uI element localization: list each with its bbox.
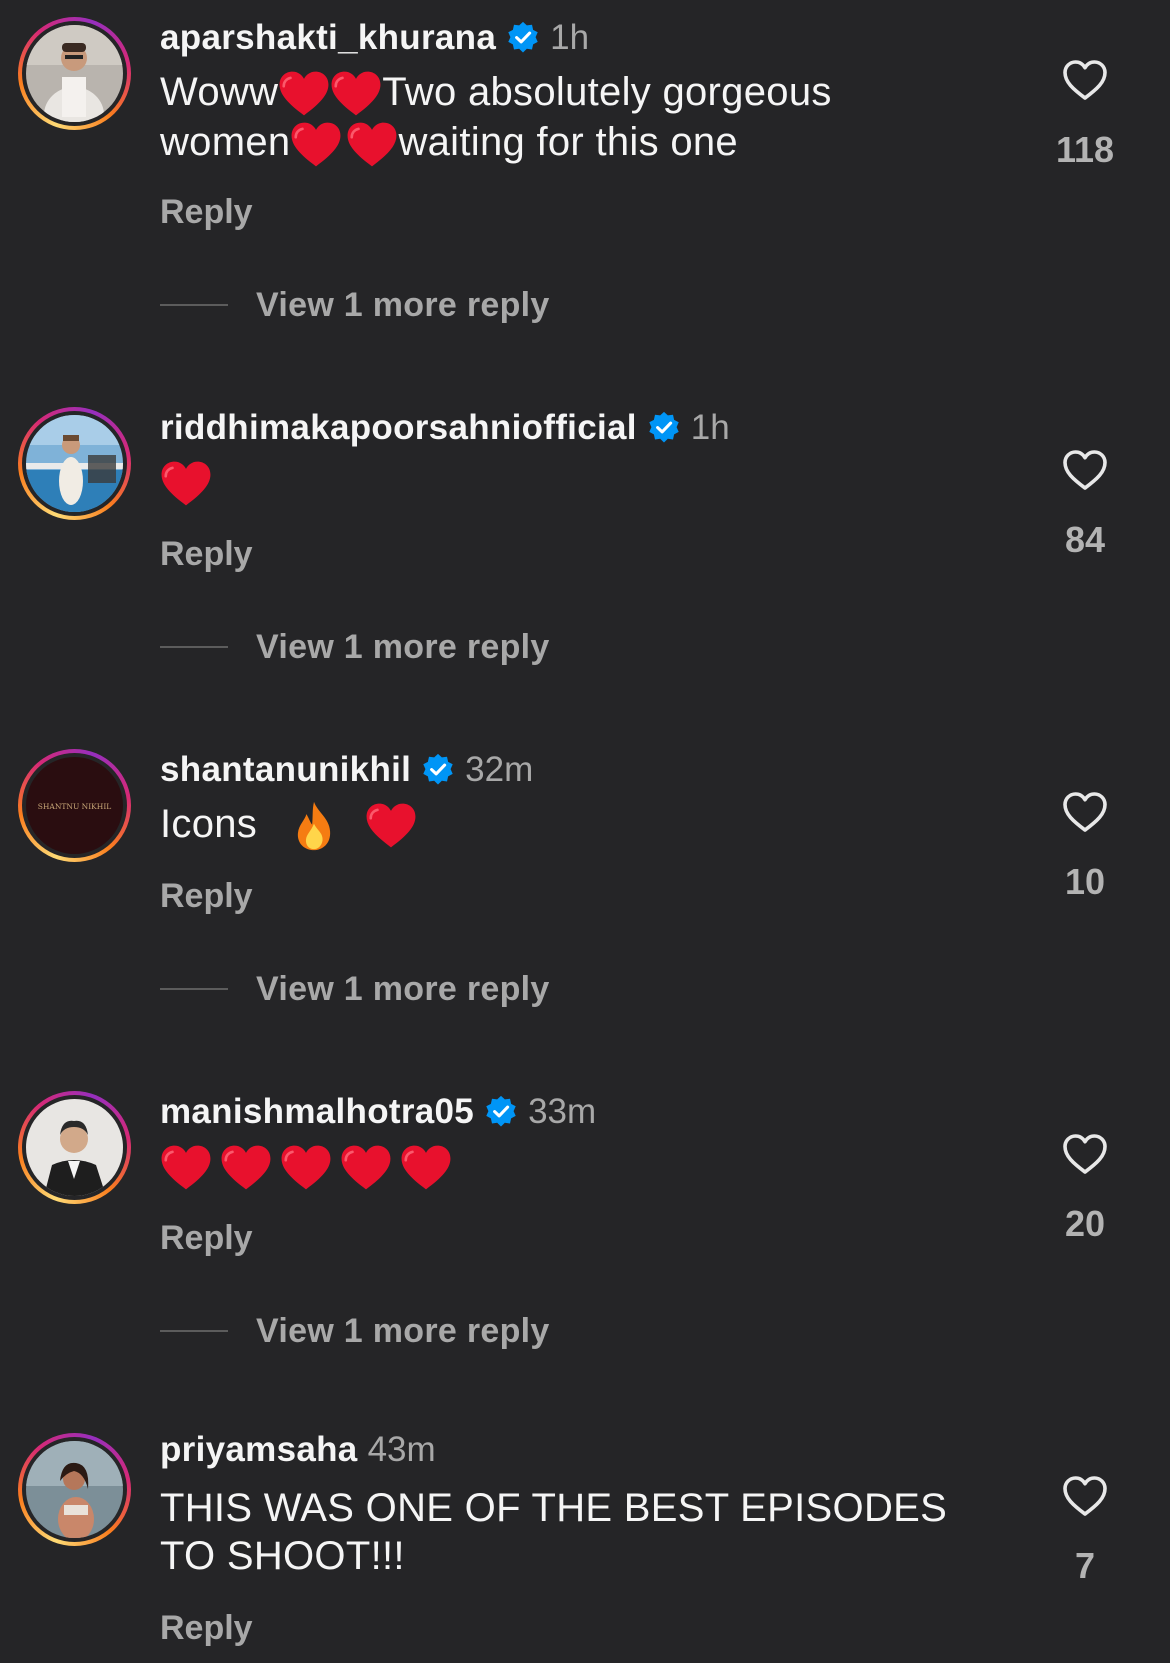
avatar-story-ring[interactable]: [18, 407, 131, 520]
heart-outline-icon: [1061, 1132, 1109, 1176]
heart-outline-icon: [1061, 1474, 1109, 1518]
verified-badge-icon: [506, 21, 540, 55]
comment-time: 1h: [550, 18, 590, 57]
comment-header: aparshakti_khurana 1h: [160, 14, 589, 62]
heart-outline-icon: [1061, 448, 1109, 492]
comment-text-part: Woww: [160, 70, 279, 114]
comment-text-part: Two absolutely gorgeous: [382, 70, 832, 114]
avatar[interactable]: [26, 1099, 123, 1196]
reply-button[interactable]: Reply: [160, 1609, 253, 1648]
avatar-story-ring[interactable]: [18, 1091, 131, 1204]
avatar[interactable]: SHANTNU NIKHIL: [26, 757, 123, 854]
like-button[interactable]: [1055, 1132, 1115, 1181]
comment-header: shantanunikhil 32m: [160, 746, 533, 794]
avatar[interactable]: [26, 1441, 123, 1538]
comment-text-part: women: [160, 120, 291, 165]
red-heart-emoji: [278, 70, 330, 118]
view-more-replies-button[interactable]: View 1 more reply: [160, 1309, 550, 1353]
view-more-replies-label: View 1 more reply: [256, 969, 550, 1008]
verified-badge-icon: [484, 1095, 518, 1129]
avatar[interactable]: [26, 25, 123, 122]
username[interactable]: priyamsaha: [160, 1430, 358, 1470]
reply-button[interactable]: Reply: [160, 877, 253, 916]
heart-outline-icon: [1061, 58, 1109, 102]
like-button[interactable]: [1055, 448, 1115, 497]
comment-text: [160, 458, 970, 508]
comment-text-part: waiting for this one: [398, 120, 738, 165]
comment-header: manishmalhotra05 33m: [160, 1088, 596, 1136]
red-heart-emoji: [160, 460, 212, 508]
comment-text: THIS WAS ONE OF THE BEST EPISODES TO SHO…: [160, 1486, 948, 1578]
comment-header: riddhimakapoorsahniofficial 1h: [160, 404, 730, 452]
username[interactable]: shantanunikhil: [160, 750, 411, 790]
comment-time: 32m: [465, 750, 534, 789]
username[interactable]: aparshakti_khurana: [160, 18, 496, 58]
like-count: 84: [1064, 519, 1106, 560]
reply-button[interactable]: Reply: [160, 535, 253, 574]
avatar-story-ring[interactable]: [18, 1433, 131, 1546]
like-button[interactable]: [1055, 1474, 1115, 1523]
comment-header: priyamsaha 43m: [160, 1426, 436, 1474]
divider-line: [160, 304, 228, 306]
comment-text: Woww Two absolutely gorgeous women waiting…: [160, 68, 970, 169]
reply-button[interactable]: Reply: [160, 193, 253, 232]
comment-text: [160, 1142, 970, 1192]
verified-badge-icon: [421, 753, 455, 787]
like-count: 10: [1064, 861, 1106, 902]
like-button[interactable]: [1055, 58, 1115, 107]
red-heart-emoji: [346, 121, 398, 169]
red-heart-emoji: [340, 1144, 392, 1192]
red-heart-emoji: [365, 802, 417, 850]
view-more-replies-label: View 1 more reply: [256, 285, 550, 324]
avatar-story-ring[interactable]: [18, 17, 131, 130]
like-count: 20: [1064, 1203, 1106, 1244]
username[interactable]: riddhimakapoorsahniofficial: [160, 408, 637, 448]
red-heart-emoji: [160, 1144, 212, 1192]
view-more-replies-button[interactable]: View 1 more reply: [160, 967, 550, 1011]
red-heart-emoji: [280, 1144, 332, 1192]
comment-time: 43m: [367, 1430, 436, 1469]
avatar[interactable]: [26, 415, 123, 512]
avatar-story-ring[interactable]: SHANTNU NIKHIL: [18, 749, 131, 862]
like-count: 118: [1055, 129, 1115, 170]
comment-time: 1h: [690, 408, 730, 447]
divider-line: [160, 988, 228, 990]
divider-line: [160, 1330, 228, 1332]
view-more-replies-button[interactable]: View 1 more reply: [160, 625, 550, 669]
fire-emoji: [290, 800, 338, 852]
brand-logo-text: SHANTNU NIKHIL: [38, 802, 112, 811]
red-heart-emoji: [220, 1144, 272, 1192]
view-more-replies-label: View 1 more reply: [256, 627, 550, 666]
red-heart-emoji: [400, 1144, 452, 1192]
comment-time: 33m: [528, 1092, 597, 1131]
comment-text: Icons: [160, 800, 970, 852]
comment-text-part: Icons: [160, 802, 258, 846]
verified-badge-icon: [647, 411, 681, 445]
divider-line: [160, 646, 228, 648]
username[interactable]: manishmalhotra05: [160, 1092, 474, 1132]
reply-button[interactable]: Reply: [160, 1219, 253, 1258]
red-heart-emoji: [330, 70, 382, 118]
like-button[interactable]: [1055, 790, 1115, 839]
like-count: 7: [1074, 1545, 1096, 1586]
heart-outline-icon: [1061, 790, 1109, 834]
red-heart-emoji: [290, 121, 342, 169]
view-more-replies-button[interactable]: View 1 more reply: [160, 283, 550, 327]
view-more-replies-label: View 1 more reply: [256, 1311, 550, 1350]
